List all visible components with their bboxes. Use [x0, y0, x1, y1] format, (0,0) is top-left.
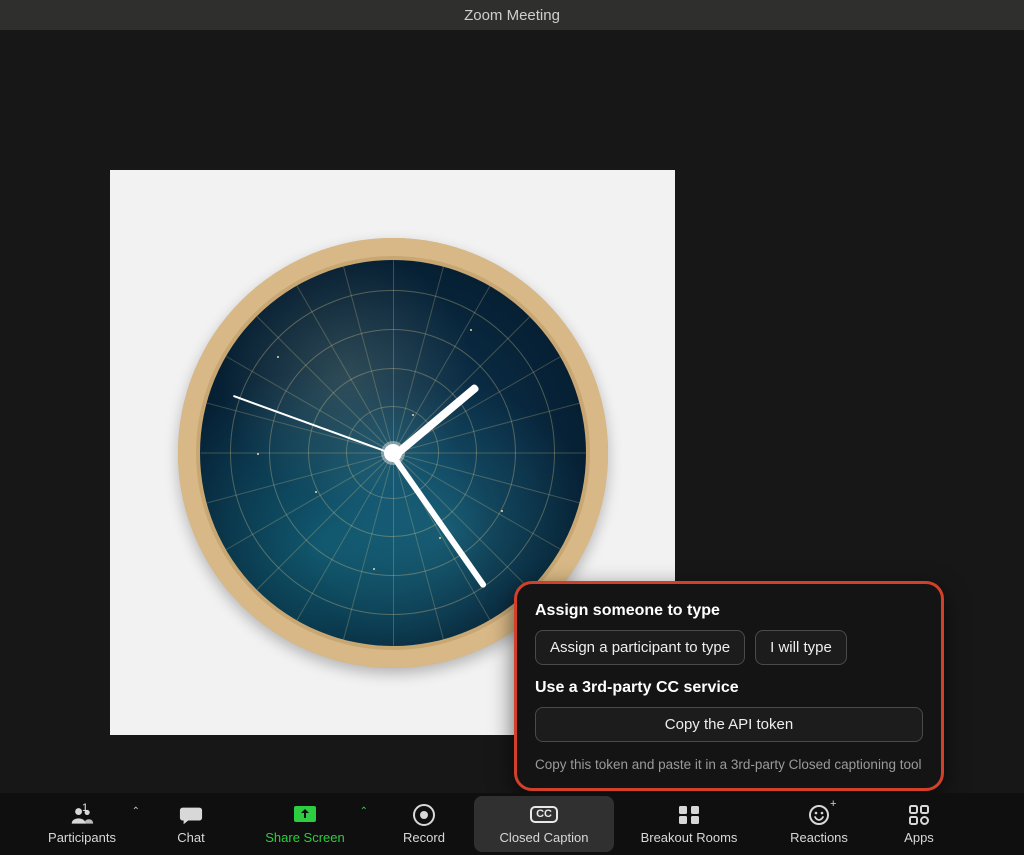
- chat-label: Chat: [177, 830, 204, 845]
- video-stage: Assign someone to type Assign a particip…: [0, 30, 1024, 793]
- closed-caption-button[interactable]: CC Closed Caption: [474, 796, 614, 852]
- apps-button[interactable]: Apps: [874, 796, 964, 852]
- reactions-icon: [807, 804, 831, 826]
- share-screen-icon: [293, 804, 317, 826]
- meeting-toolbar: 1 ⌃ Participants Chat ⌃ Share Screen Rec…: [0, 793, 1024, 855]
- share-screen-button[interactable]: ⌃ Share Screen: [236, 796, 374, 852]
- share-screen-label: Share Screen: [265, 830, 345, 845]
- participants-label: Participants: [48, 830, 116, 845]
- window-titlebar: Zoom Meeting: [0, 0, 1024, 30]
- popup-hint-text: Copy this token and paste it in a 3rd-pa…: [535, 756, 923, 774]
- record-label: Record: [403, 830, 445, 845]
- copy-api-token-button[interactable]: Copy the API token: [535, 707, 923, 742]
- record-icon: [412, 804, 436, 826]
- reactions-button[interactable]: + Reactions: [764, 796, 874, 852]
- participants-count: 1: [82, 802, 88, 814]
- participants-button[interactable]: 1 ⌃ Participants: [18, 796, 146, 852]
- chat-icon: [179, 804, 203, 826]
- window-title: Zoom Meeting: [464, 7, 560, 24]
- plus-icon: +: [830, 798, 840, 808]
- i-will-type-button[interactable]: I will type: [755, 630, 847, 665]
- breakout-rooms-button[interactable]: Breakout Rooms: [614, 796, 764, 852]
- apps-label: Apps: [904, 830, 934, 845]
- reactions-label: Reactions: [790, 830, 848, 845]
- record-button[interactable]: Record: [374, 796, 474, 852]
- closed-caption-icon: CC: [532, 804, 556, 826]
- chat-button[interactable]: Chat: [146, 796, 236, 852]
- popup-section-3rdparty-title: Use a 3rd-party CC service: [535, 679, 923, 697]
- closed-caption-popup: Assign someone to type Assign a particip…: [514, 581, 944, 791]
- chevron-up-icon[interactable]: ⌃: [360, 806, 368, 817]
- breakout-rooms-icon: [677, 804, 701, 826]
- apps-icon: [907, 804, 931, 826]
- popup-section-assign-title: Assign someone to type: [535, 602, 923, 620]
- assign-participant-button[interactable]: Assign a participant to type: [535, 630, 745, 665]
- chevron-up-icon[interactable]: ⌃: [132, 806, 140, 817]
- breakout-rooms-label: Breakout Rooms: [641, 830, 738, 845]
- closed-caption-label: Closed Caption: [500, 830, 589, 845]
